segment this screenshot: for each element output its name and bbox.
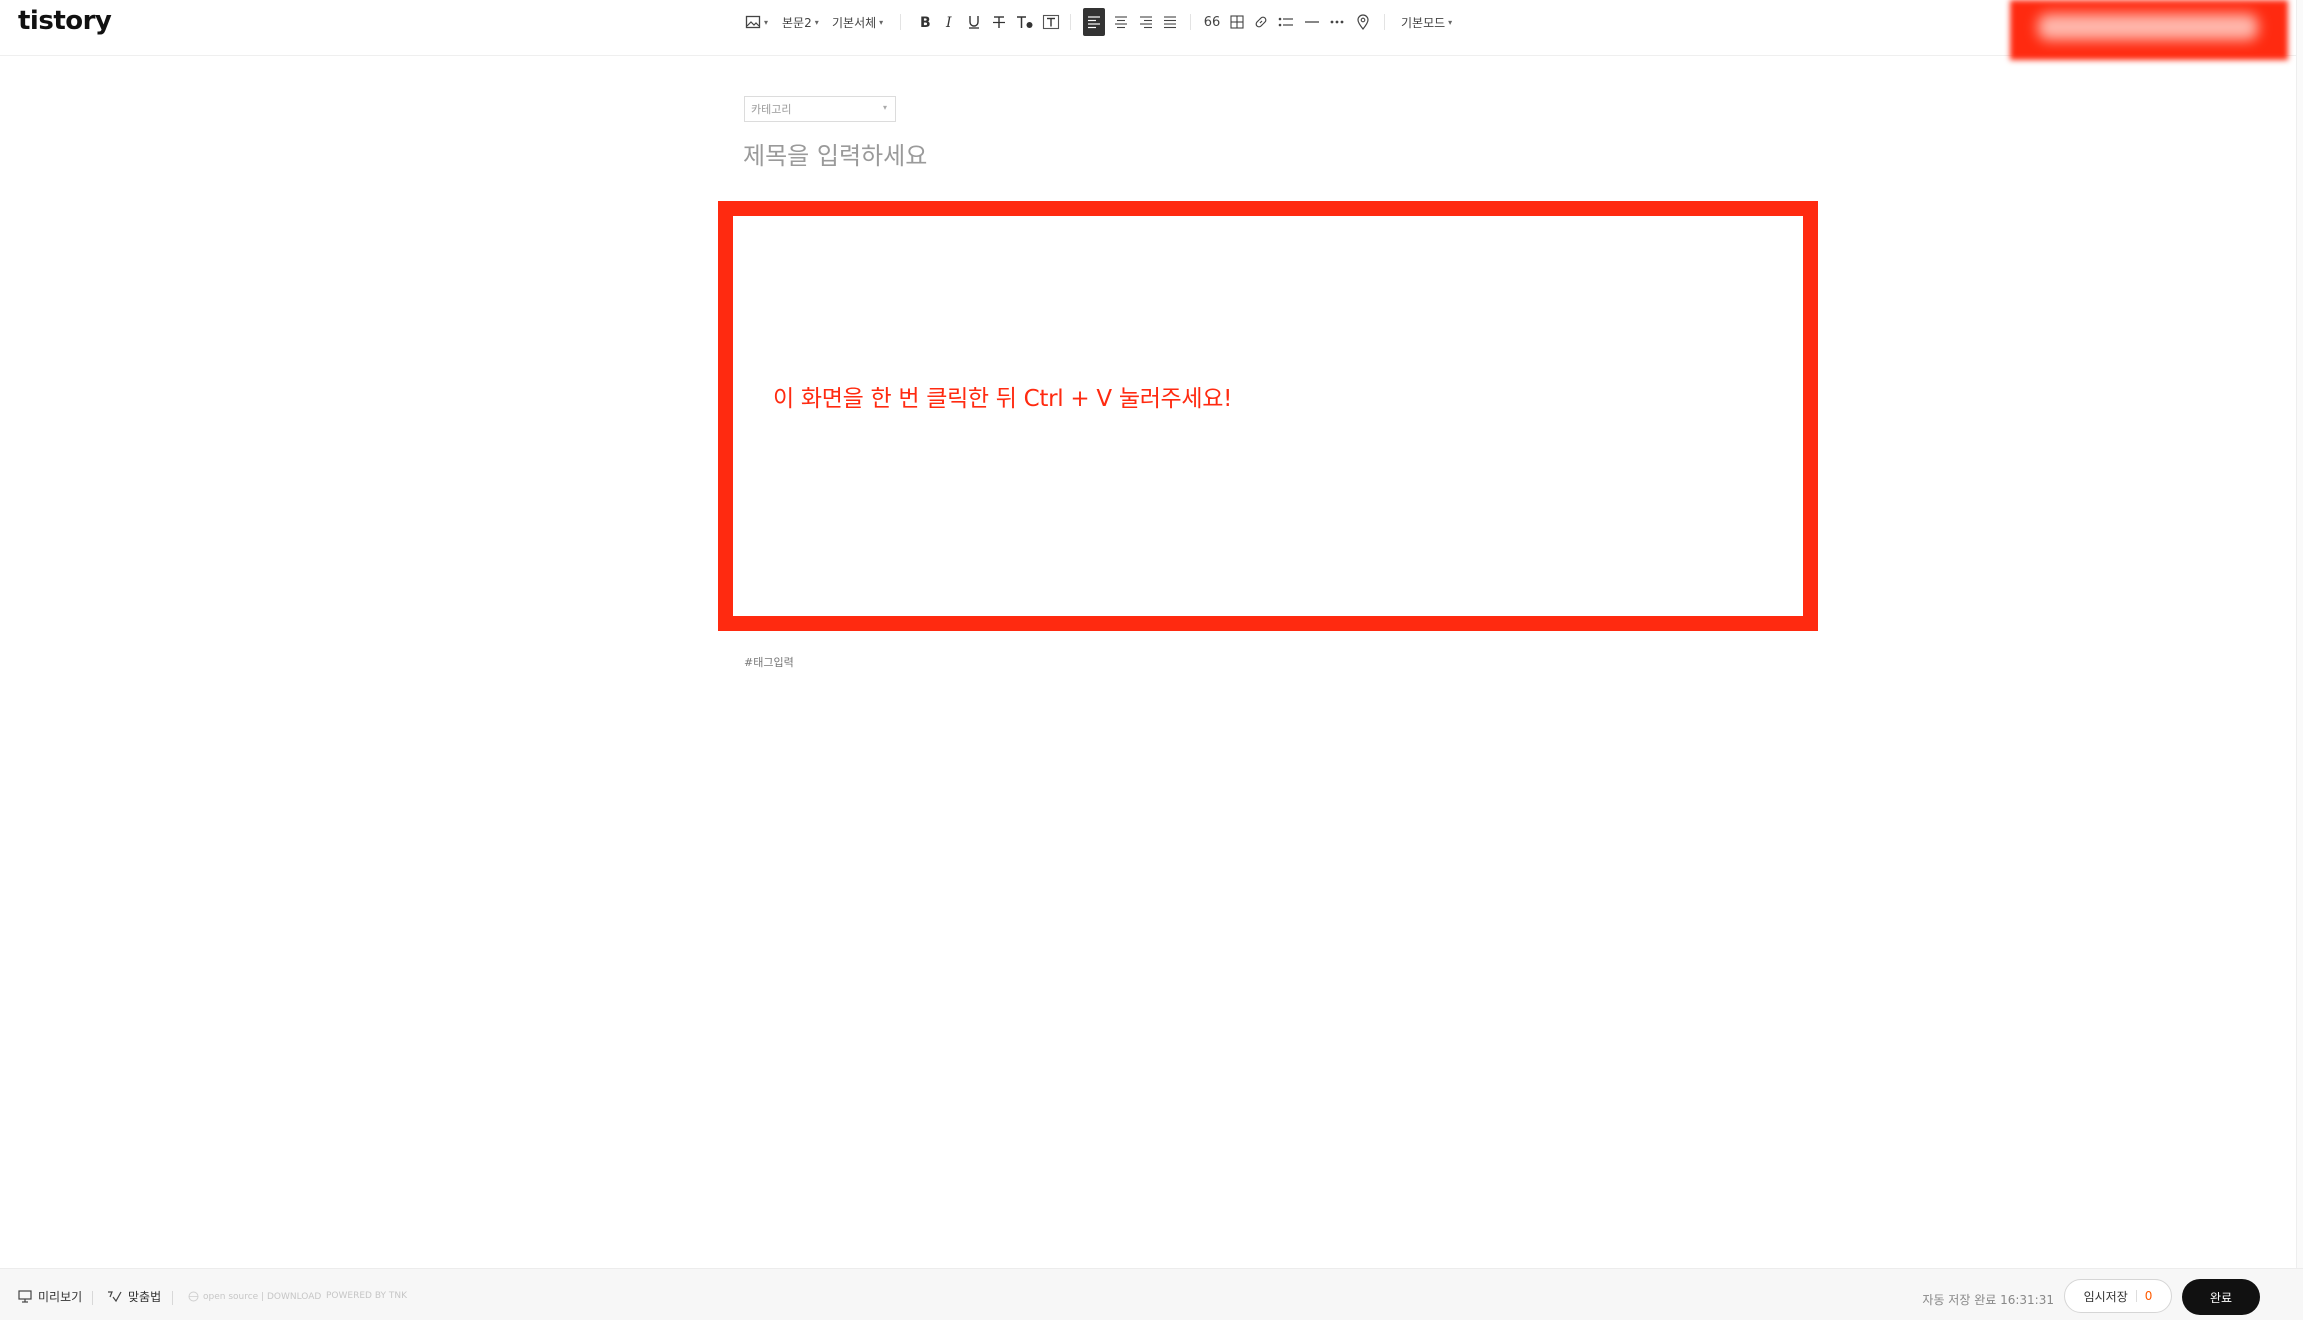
italic-icon: I [945,15,952,30]
align-right-button[interactable] [1138,8,1154,36]
align-left-icon [1088,16,1100,29]
spellcheck-button[interactable]: 맞춤법 [107,1288,161,1305]
chevron-down-icon: ▾ [882,103,887,112]
italic-button[interactable]: I [942,8,958,36]
insert-image-button[interactable]: ▾ [745,8,768,36]
powered-by-text: POWERED BY TNK [326,1291,407,1301]
toolbar-divider [1384,14,1385,30]
quote-button[interactable]: 66 [1203,8,1221,36]
draft-divider [2135,1290,2137,1302]
tistory-logo[interactable]: tistory [18,6,112,36]
title-input[interactable]: 제목을 입력하세요 [743,136,1823,176]
text-background-icon [1042,14,1060,30]
save-draft-button[interactable]: 임시저장 0 [2064,1279,2172,1313]
chevron-down-icon: ▾ [764,17,769,27]
spellcheck-label: 맞춤법 [128,1290,162,1304]
paste-area[interactable] [718,201,1818,631]
font-family-label: 기본서체 [832,15,877,30]
tag-input[interactable]: #태그입력 [744,654,794,670]
align-justify-icon [1164,16,1176,29]
preview-label: 미리보기 [38,1290,83,1304]
chevron-down-icon: ▾ [879,17,884,27]
link-icon [1255,16,1267,28]
text-color-icon [1017,16,1033,28]
tistory-editor-page: tistory ▾ 본문2 ▾ 기본서체 ▾ B I 66 기본모드 ▾ 카테고… [0,0,2303,1320]
editor-mode-label: 기본모드 [1401,15,1446,30]
paragraph-style-label: 본문2 [782,15,812,30]
align-left-button[interactable] [1083,8,1105,36]
bold-icon: B [920,15,931,30]
save-draft-label: 임시저장 [2083,1289,2128,1304]
table-button[interactable] [1229,8,1245,36]
text-background-button[interactable] [1042,8,1060,36]
align-right-icon [1140,16,1152,29]
autosave-status: 자동 저장 완료 16:31:31 [1922,1293,2054,1307]
editor-toolbar: tistory ▾ 본문2 ▾ 기본서체 ▾ B I 66 기본모드 ▾ [0,0,2303,60]
editor-footer: 미리보기 맞춤법 open source | DOWNLOAD POWERED … [0,1268,2303,1320]
bulleted-list-icon [1278,17,1293,27]
footer-divider [172,1291,173,1305]
opensource-link[interactable]: open source | DOWNLOAD [188,1291,321,1302]
align-justify-button[interactable] [1162,8,1178,36]
underline-icon [969,16,979,29]
underline-button[interactable] [966,8,982,36]
paragraph-style-dropdown[interactable]: 본문2 ▾ [782,8,819,36]
strikethrough-button[interactable] [991,8,1007,36]
link-button[interactable] [1253,8,1269,36]
toolbar-divider [1070,14,1071,30]
redacted-area [2010,0,2288,60]
footer-divider [92,1291,93,1305]
svg-text:I: I [945,15,952,30]
table-icon [1230,15,1244,29]
more-options-button[interactable] [1329,8,1345,36]
opensource-label: open source | DOWNLOAD [203,1291,322,1302]
text-color-button[interactable] [1016,8,1034,36]
spellcheck-icon [108,1291,122,1303]
preview-button[interactable]: 미리보기 [18,1288,82,1305]
svg-text:B: B [920,15,931,30]
category-select[interactable]: 카테고리 ▾ [744,96,896,122]
align-center-button[interactable] [1113,8,1129,36]
more-horizontal-icon [1330,20,1344,24]
redacted-content [2038,14,2258,40]
monitor-icon [18,1290,32,1303]
map-location-button[interactable] [1355,8,1371,36]
draft-count: 0 [2144,1289,2153,1303]
globe-icon [188,1291,199,1302]
list-button[interactable] [1278,8,1294,36]
map-pin-icon [1357,14,1369,30]
bold-button[interactable]: B [917,8,933,36]
font-family-dropdown[interactable]: 기본서체 ▾ [832,8,883,36]
strikethrough-icon [993,16,1005,28]
horizontal-rule-icon [1305,21,1319,23]
toolbar-divider [1190,14,1191,30]
page-scrollbar[interactable] [2296,0,2303,1268]
image-icon [745,15,761,29]
toolbar-divider [900,14,901,30]
paste-instruction: 이 화면을 한 번 클릭한 뒤 Ctrl + V 눌러주세요! [773,386,1233,412]
chevron-down-icon: ▾ [1448,17,1453,27]
align-center-icon [1115,16,1127,29]
horizontal-rule-button[interactable] [1304,8,1320,36]
publish-button[interactable]: 완료 [2182,1279,2260,1315]
quote-icon: 66 [1203,14,1221,30]
editor-mode-dropdown[interactable]: 기본모드 ▾ [1401,8,1452,36]
chevron-down-icon: ▾ [814,17,819,27]
category-placeholder: 카테고리 [751,103,792,116]
